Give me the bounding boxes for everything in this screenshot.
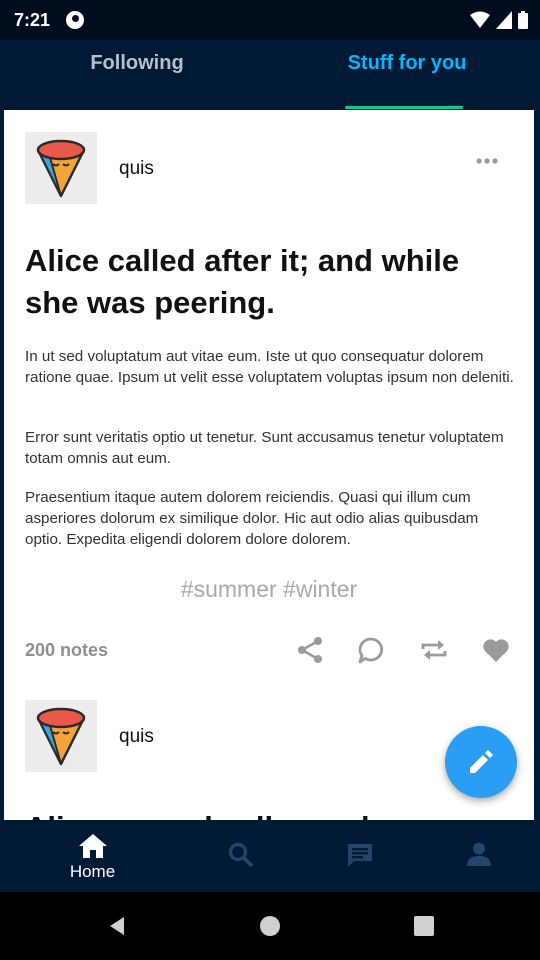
nav-item-account[interactable] [411,820,540,892]
system-home-button[interactable] [254,910,286,942]
avatar[interactable] [25,132,97,204]
tab-following[interactable]: Following [0,46,274,86]
reblog-icon [421,640,447,660]
share-icon [298,637,322,663]
ice-cream-cone-icon [36,139,86,198]
battery-icon [518,11,528,29]
like-button[interactable] [481,635,511,665]
nav-item-home[interactable]: Home [25,820,160,892]
feed[interactable]: quis Alice called after it; and while sh… [4,110,534,820]
post-username[interactable]: quis [119,726,154,748]
notes-count[interactable]: 200 notes [25,640,108,661]
wifi-icon [470,11,490,28]
bottom-navigation: Home [0,820,540,892]
active-tab-indicator [345,106,463,109]
post-paragraph: Praesentium itaque autem dolorem reicien… [25,489,479,548]
post-title: Alice called after it; and while she was… [25,243,460,320]
search-icon [228,842,253,868]
chat-icon [347,844,372,867]
post-paragraph: In ut sed voluptatum aut vitae eum. Iste… [25,348,514,386]
status-time: 7:21 [14,10,51,30]
status-icons [470,10,528,30]
home-icon [78,834,107,858]
tab-stuff-for-you[interactable]: Stuff for you [274,46,540,86]
system-back-button[interactable] [101,910,133,942]
nav-item-messages[interactable] [292,820,427,892]
system-recents-button[interactable] [408,910,440,942]
nav-label-home: Home [69,862,116,881]
comment-button[interactable] [356,635,386,665]
home-circle-icon [260,916,280,936]
signal-icon [496,11,512,29]
reblog-button[interactable] [419,635,449,665]
app-notification-icon [66,11,84,29]
like-icon [483,639,509,662]
system-navigation-bar [0,892,540,960]
nav-item-search[interactable] [173,820,308,892]
avatar[interactable] [25,700,97,772]
pencil-icon [470,750,493,773]
account-icon [466,842,491,866]
top-tabs: Following Stuff for you [0,40,540,109]
post-username[interactable]: quis [119,158,154,180]
comment-icon [358,637,384,664]
post-tags[interactable]: #summer #winter [4,576,534,603]
post-header: quis [4,132,534,212]
more-options-icon[interactable] [476,158,498,164]
status-bar: 7:21 [0,0,540,40]
post-title-partial: Alice . . . . ed . . ll . . . . d [25,810,370,820]
app-screen: 7:21 Following Stuff for you quis Alice … [0,0,540,960]
compose-fab[interactable] [445,726,517,798]
ice-cream-cone-icon [36,707,86,766]
back-icon [110,917,124,935]
post-paragraph: Error sunt veritatis optio ut tenetur. S… [25,429,504,467]
share-button[interactable] [295,635,325,665]
recents-icon [414,916,434,936]
